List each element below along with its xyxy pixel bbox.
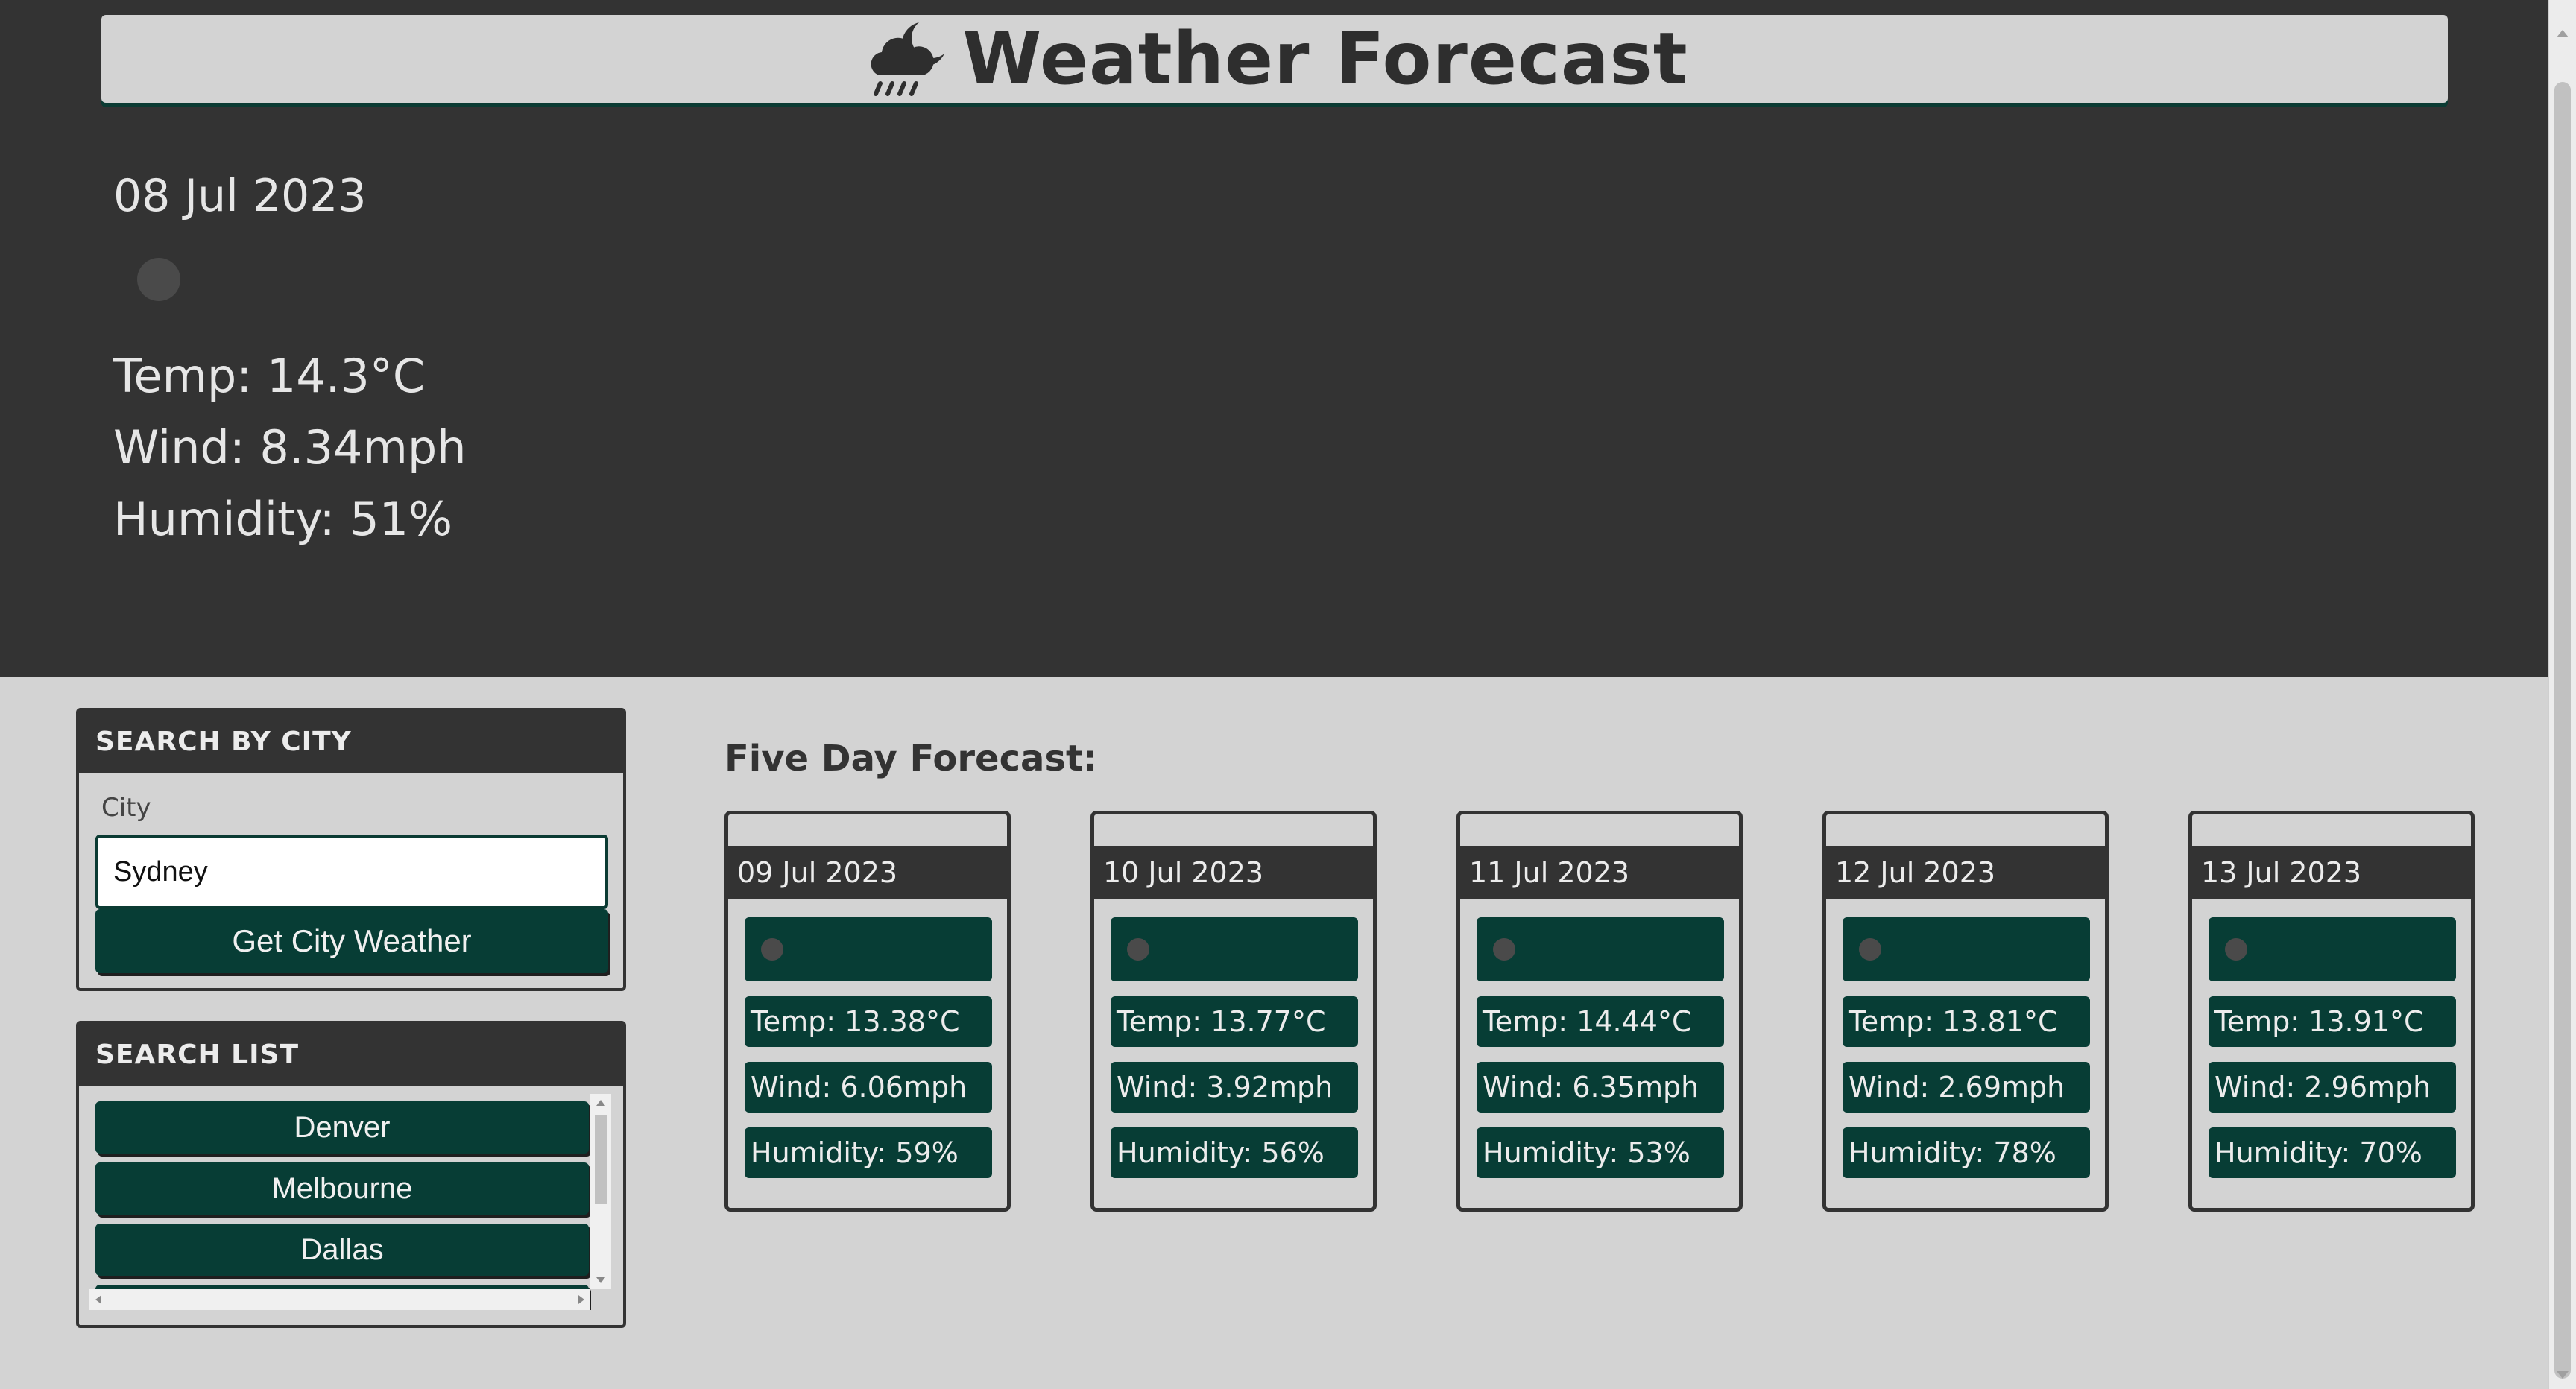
cloud-moon-rain-icon — [871, 22, 945, 96]
app-header: Weather Forecast — [101, 15, 2448, 103]
list-scrollbar-vertical[interactable] — [590, 1094, 611, 1289]
forecast-card: 12 Jul 2023 Temp: 13.81°C Wind: 2.69mph … — [1822, 811, 2109, 1212]
forecast-wind: Wind: 2.96mph — [2209, 1062, 2456, 1113]
forecast-title: Five Day Forecast: — [724, 738, 1098, 779]
forecast-card: 11 Jul 2023 Temp: 14.44°C Wind: 6.35mph … — [1456, 811, 1743, 1212]
weather-icon — [1127, 938, 1149, 961]
weather-icon — [761, 938, 783, 961]
forecast-icon-box — [745, 917, 992, 981]
forecast-icon-box — [1477, 917, 1724, 981]
scroll-up-icon[interactable] — [2557, 30, 2569, 37]
scroll-right-icon[interactable] — [578, 1295, 584, 1304]
scroll-down-icon[interactable] — [2557, 1371, 2569, 1379]
forecast-date: 10 Jul 2023 — [1094, 846, 1373, 899]
list-scrollbar-horizontal[interactable] — [89, 1289, 590, 1310]
forecast-date: 12 Jul 2023 — [1826, 846, 2105, 899]
forecast-wind: Wind: 2.69mph — [1843, 1062, 2090, 1113]
forecast-date: 09 Jul 2023 — [728, 846, 1007, 899]
current-humidity: Humidity: 51% — [113, 492, 453, 546]
forecast-wind: Wind: 3.92mph — [1111, 1062, 1358, 1113]
search-list-heading: SEARCH LIST — [79, 1024, 623, 1086]
list-scroll-thumb[interactable] — [595, 1115, 607, 1204]
search-list-item[interactable]: Denver — [95, 1101, 589, 1154]
page-scroll-thumb[interactable] — [2554, 82, 2571, 1379]
forecast-humidity: Humidity: 70% — [2209, 1127, 2456, 1178]
page-title: Weather Forecast — [962, 17, 1688, 101]
forecast-date: 13 Jul 2023 — [2192, 846, 2471, 899]
forecast-card: 10 Jul 2023 Temp: 13.77°C Wind: 3.92mph … — [1090, 811, 1377, 1212]
forecast-icon-box — [2209, 917, 2456, 981]
weather-icon — [1859, 938, 1881, 961]
current-wind: Wind: 8.34mph — [113, 420, 467, 475]
search-list-panel: SEARCH LIST Denver Melbourne Dallas — [76, 1021, 626, 1328]
scroll-up-icon[interactable] — [596, 1100, 605, 1106]
forecast-icon-box — [1111, 917, 1358, 981]
current-date: 08 Jul 2023 — [113, 170, 367, 222]
forecast-temp: Temp: 13.81°C — [1843, 996, 2090, 1047]
weather-icon — [137, 258, 180, 301]
city-input[interactable] — [95, 835, 608, 909]
page-scrollbar[interactable] — [2548, 0, 2576, 1389]
forecast-humidity: Humidity: 59% — [745, 1127, 992, 1178]
forecast-card: 09 Jul 2023 Temp: 13.38°C Wind: 6.06mph … — [724, 811, 1011, 1212]
current-weather-section: Weather Forecast 08 Jul 2023 Temp: 14.3°… — [0, 0, 2549, 677]
forecast-wind: Wind: 6.35mph — [1477, 1062, 1724, 1113]
forecast-temp: Temp: 13.91°C — [2209, 996, 2456, 1047]
search-panel: SEARCH BY CITY City Get City Weather — [76, 708, 626, 991]
scroll-left-icon[interactable] — [95, 1295, 101, 1304]
search-list[interactable]: Denver Melbourne Dallas — [89, 1094, 611, 1310]
forecast-date: 11 Jul 2023 — [1460, 846, 1739, 899]
forecast-humidity: Humidity: 56% — [1111, 1127, 1358, 1178]
forecast-temp: Temp: 14.44°C — [1477, 996, 1724, 1047]
forecast-temp: Temp: 13.77°C — [1111, 996, 1358, 1047]
forecast-temp: Temp: 13.38°C — [745, 996, 992, 1047]
search-panel-heading: SEARCH BY CITY — [79, 711, 623, 773]
forecast-humidity: Humidity: 78% — [1843, 1127, 2090, 1178]
search-list-item[interactable]: Dallas — [95, 1224, 589, 1276]
forecast-icon-box — [1843, 917, 2090, 981]
current-temp: Temp: 14.3°C — [113, 349, 426, 403]
city-label: City — [101, 793, 151, 823]
forecast-humidity: Humidity: 53% — [1477, 1127, 1724, 1178]
forecast-wind: Wind: 6.06mph — [745, 1062, 992, 1113]
forecast-card: 13 Jul 2023 Temp: 13.91°C Wind: 2.96mph … — [2188, 811, 2475, 1212]
search-list-item[interactable]: Melbourne — [95, 1162, 589, 1215]
weather-icon — [1493, 938, 1515, 961]
get-city-weather-button[interactable]: Get City Weather — [95, 909, 608, 973]
scroll-down-icon[interactable] — [596, 1277, 605, 1283]
weather-icon — [2225, 938, 2247, 961]
